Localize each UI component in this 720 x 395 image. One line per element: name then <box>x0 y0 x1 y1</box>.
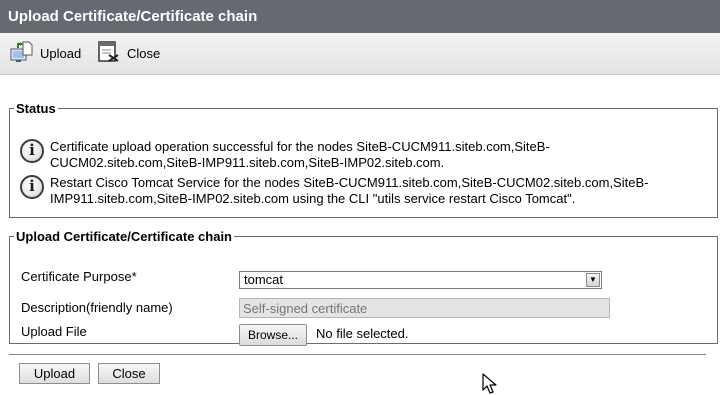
divider <box>9 354 706 355</box>
status-legend: Status <box>16 101 56 116</box>
info-icon: i <box>20 139 44 163</box>
dropdown-arrow-icon[interactable]: ▼ <box>586 273 600 287</box>
status-message: i Restart Cisco Tomcat Service for the n… <box>20 175 680 206</box>
window-title: Upload Certificate/Certificate chain <box>0 0 720 33</box>
description-label: Description(friendly name) <box>21 300 173 315</box>
upload-certificate-window: Upload Certificate/Certificate chain Upl… <box>0 0 720 395</box>
certificate-purpose-value: tomcat <box>244 272 284 287</box>
upload-button[interactable]: Upload <box>19 363 90 384</box>
upload-certificate-panel: Upload Certificate/Certificate chain Cer… <box>9 229 718 346</box>
status-message-text: Restart Cisco Tomcat Service for the nod… <box>50 175 649 206</box>
info-icon: i <box>20 175 44 199</box>
toolbar-close-button[interactable]: Close <box>97 40 160 66</box>
upload-icon <box>10 40 34 67</box>
close-window-icon <box>97 40 121 67</box>
mouse-pointer-icon <box>482 373 498 395</box>
close-button[interactable]: Close <box>98 363 160 384</box>
required-marker: * <box>131 269 137 284</box>
certificate-purpose-label-text: Certificate Purpose <box>21 269 132 284</box>
status-message: i Certificate upload operation successfu… <box>20 139 680 170</box>
toolbar: Upload Close <box>0 33 720 75</box>
status-panel: Status i Certificate upload operation su… <box>9 101 718 218</box>
upload-legend: Upload Certificate/Certificate chain <box>16 229 232 244</box>
description-input[interactable] <box>239 298 610 318</box>
toolbar-close-label: Close <box>127 45 161 61</box>
certificate-purpose-label: Certificate Purpose* <box>21 269 137 284</box>
certificate-purpose-select[interactable]: tomcat ▼ <box>239 271 602 289</box>
upload-file-label: Upload File <box>21 324 87 339</box>
toolbar-upload-label: Upload <box>40 45 82 61</box>
file-status-text: No file selected. <box>316 326 409 341</box>
toolbar-upload-button[interactable]: Upload <box>10 40 81 66</box>
status-message-text: Certificate upload operation successful … <box>50 139 550 170</box>
browse-button[interactable]: Browse... <box>239 324 308 346</box>
